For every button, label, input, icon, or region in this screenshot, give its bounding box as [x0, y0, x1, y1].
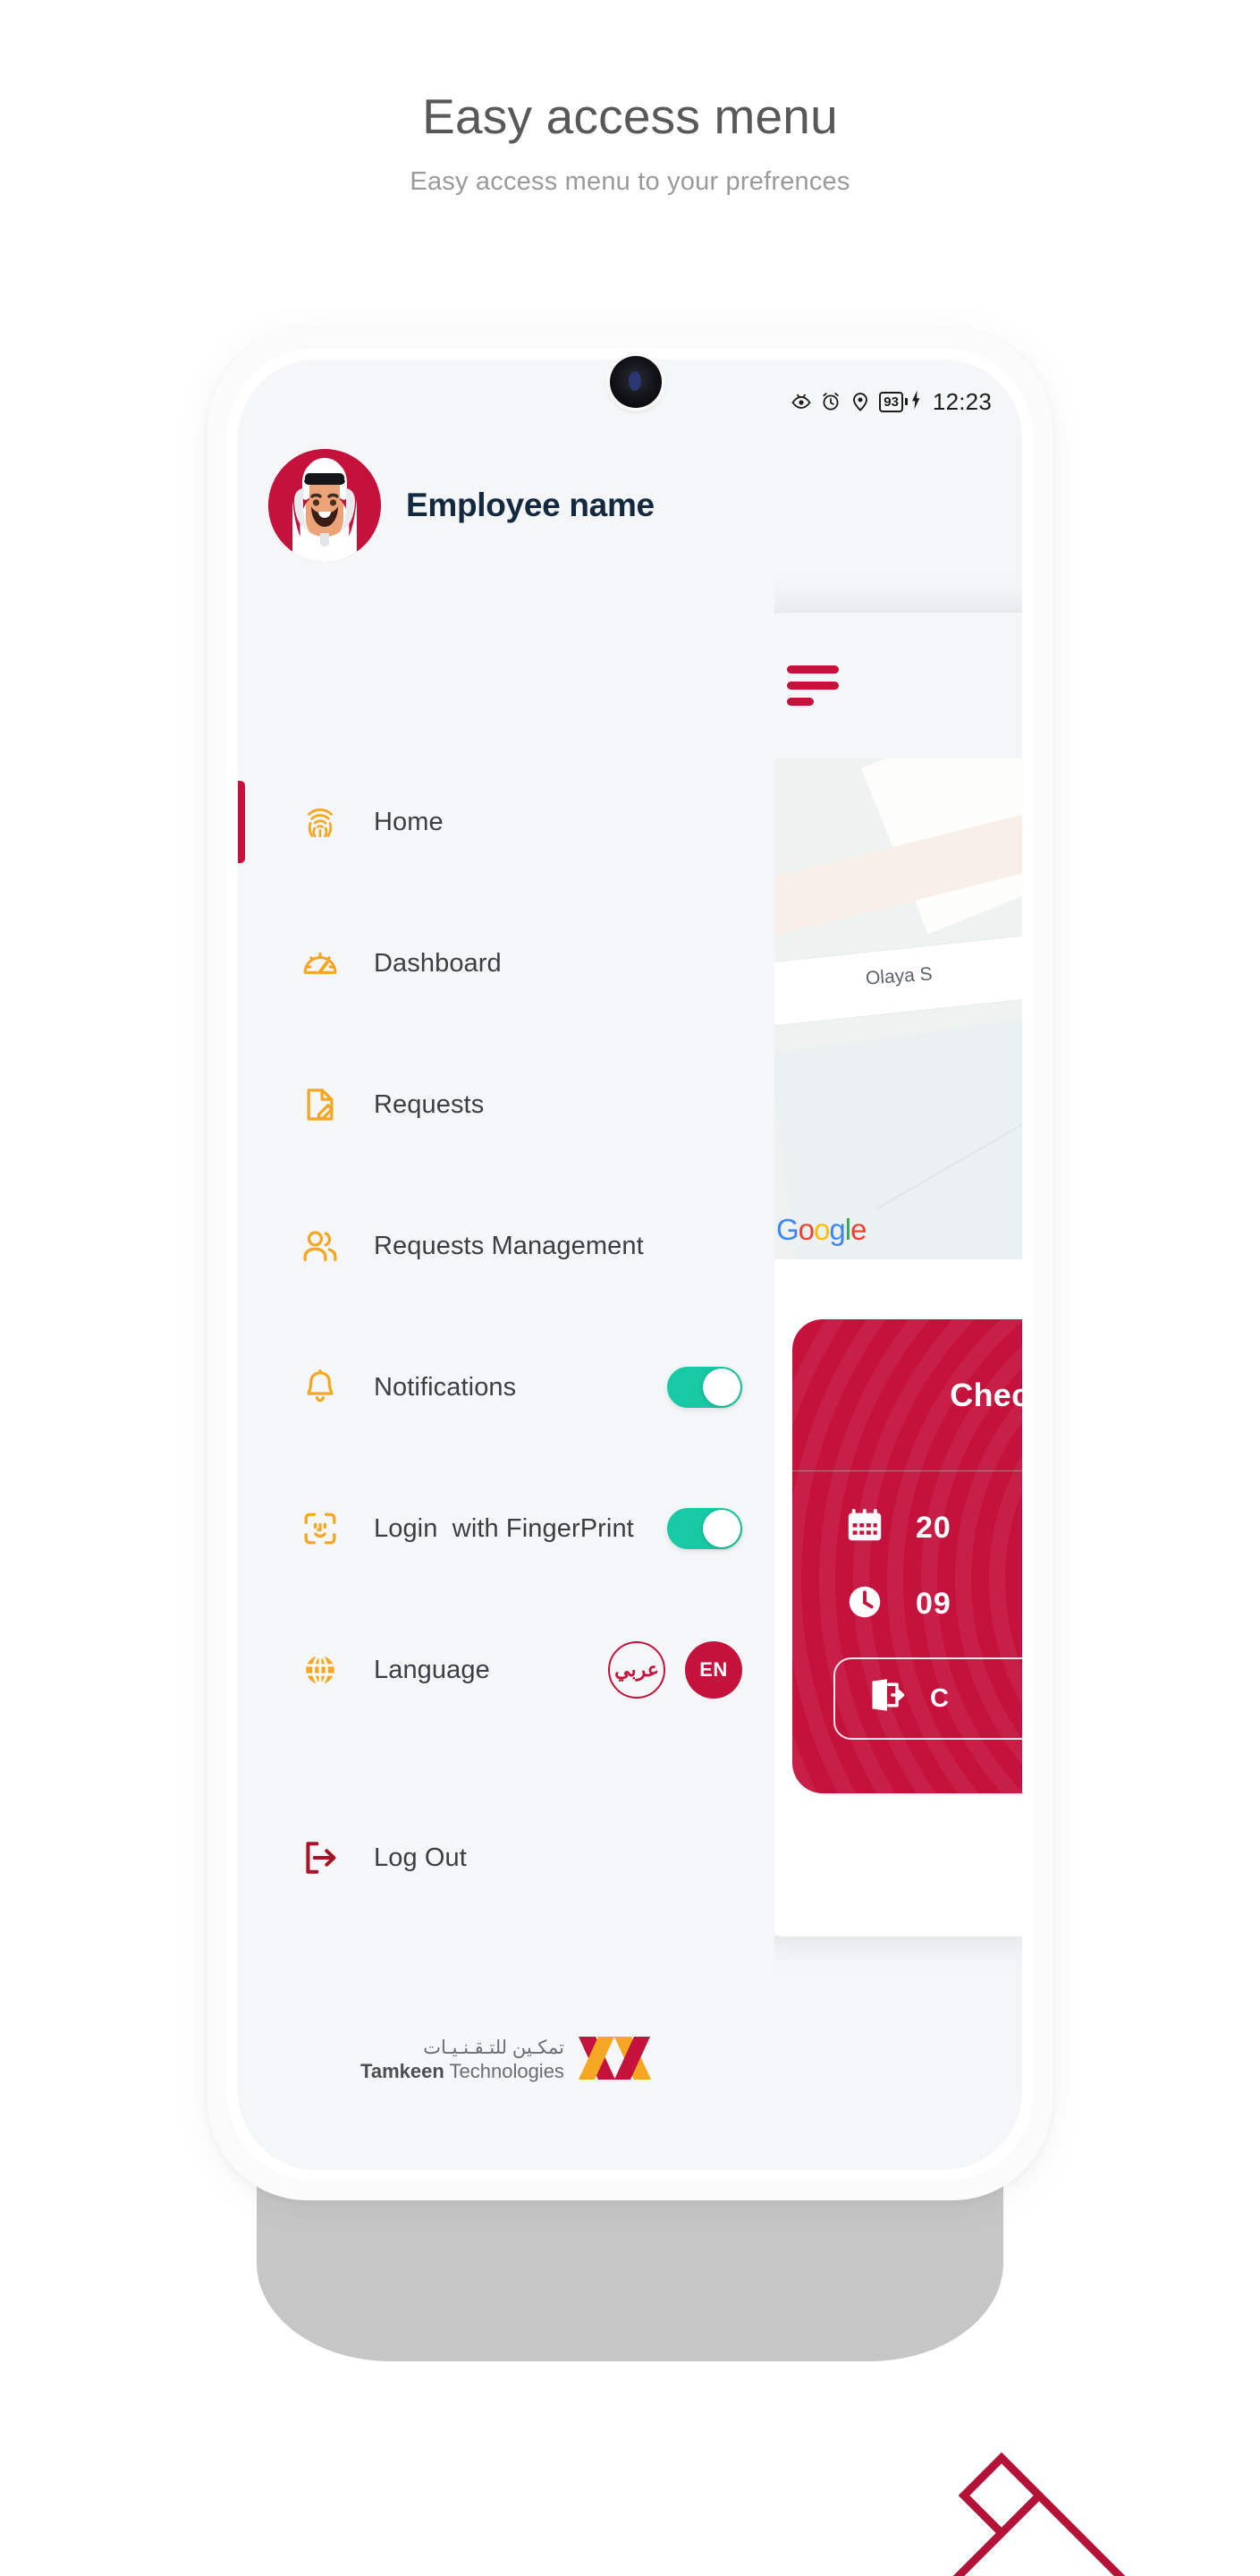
language-switcher: عربي EN — [608, 1641, 742, 1699]
door-exit-icon — [867, 1675, 907, 1722]
charging-bolt-icon — [909, 389, 922, 415]
profile-header[interactable]: Employee name — [268, 449, 655, 562]
calendar-icon — [844, 1505, 885, 1551]
checkin-action-button[interactable]: C — [833, 1657, 1022, 1740]
notifications-control — [667, 1367, 742, 1408]
fingerprint-icon — [299, 801, 342, 843]
checkin-title: Check — [792, 1319, 1022, 1471]
language-option-english[interactable]: EN — [685, 1641, 742, 1699]
fingerprint-login-toggle[interactable] — [667, 1508, 742, 1549]
checkin-card: Check — [792, 1319, 1022, 1793]
sidebar-item-label: Requests — [374, 1089, 485, 1119]
face-id-icon — [299, 1507, 342, 1550]
fingerprint-login-control — [667, 1508, 742, 1549]
sidebar-item-requests-management[interactable]: Requests Management — [238, 1200, 774, 1292]
page-title: Easy access menu — [422, 89, 838, 144]
sidebar-item-label: Language — [374, 1655, 490, 1684]
sidebar-item-login-fingerprint[interactable]: Login with FingerPrint — [238, 1483, 774, 1574]
sidebar-item-requests[interactable]: Requests — [238, 1059, 774, 1150]
profile-name: Employee name — [406, 487, 655, 523]
page-subtitle: Easy access menu to your prefrences — [410, 166, 850, 196]
preview-panel: Olaya S Google Check — [749, 613, 1022, 1936]
sidebar-item-logout[interactable]: Log Out — [238, 1812, 774, 1903]
active-indicator — [238, 781, 245, 863]
decorative-chevron — [946, 2431, 1260, 2576]
sidebar-item-dashboard[interactable]: Dashboard — [238, 918, 774, 1009]
alarm-icon — [820, 391, 841, 412]
logout-icon — [299, 1836, 342, 1879]
sidebar-item-label: Login with FingerPrint — [374, 1513, 634, 1543]
checkin-detail-rows: 20 09 — [792, 1471, 1022, 1627]
sidebar-item-label: Notifications — [374, 1372, 517, 1402]
battery-indicator: 93 — [879, 389, 922, 415]
hamburger-icon[interactable] — [787, 665, 839, 706]
footer-logo: تمكـين للتـقـنـيـات Tamkeen Technologies — [238, 2033, 774, 2088]
logo-arabic: تمكـين للتـقـنـيـات — [423, 2038, 564, 2059]
sidebar-item-label: Requests Management — [374, 1231, 644, 1260]
checkin-time-value: 09 — [916, 1587, 951, 1621]
toggle-knob — [703, 1368, 740, 1406]
front-camera-punch-hole — [610, 356, 662, 408]
tamkeen-logo-mark — [577, 2033, 652, 2088]
toggle-knob — [703, 1510, 740, 1547]
sidebar-item-language[interactable]: Language عربي EN — [238, 1624, 774, 1716]
language-option-arabic[interactable]: عربي — [608, 1641, 665, 1699]
google-watermark: Google — [776, 1213, 867, 1246]
sidebar-item-label: Dashboard — [374, 948, 502, 978]
status-clock: 12:23 — [932, 387, 992, 415]
battery-tip — [904, 398, 908, 405]
logo-row: تمكـين للتـقـنـيـات Tamkeen Technologies — [360, 2033, 652, 2088]
checkin-date-value: 20 — [916, 1511, 951, 1545]
status-bar-right: 93 12:23 — [791, 388, 992, 416]
sidebar-item-label: Home — [374, 807, 444, 836]
preview-topbar — [749, 613, 1022, 758]
sidebar-item-label: Log Out — [374, 1843, 467, 1872]
checkin-time-row: 09 — [844, 1581, 1022, 1627]
eye-comfort-icon — [791, 391, 812, 412]
navigation-drawer: Employee name Home Dashboard Requests Re… — [238, 360, 774, 2170]
logo-text: تمكـين للتـقـنـيـات Tamkeen Technologies — [360, 2038, 564, 2083]
map-view[interactable]: Olaya S Google — [749, 758, 1022, 1259]
logo-english: Tamkeen Technologies — [360, 2059, 564, 2082]
checkin-button-label: C — [930, 1683, 949, 1713]
location-icon — [850, 391, 871, 412]
document-edit-icon — [299, 1083, 342, 1126]
drawer-menu: Home Dashboard Requests Requests Managem… — [238, 776, 774, 1903]
notifications-toggle[interactable] — [667, 1367, 742, 1408]
page-root: Easy access menu Easy access menu to you… — [0, 0, 1260, 2576]
checkin-date-row: 20 — [844, 1505, 1022, 1551]
users-icon — [299, 1224, 342, 1267]
page-header: Easy access menu Easy access menu to you… — [0, 89, 1260, 197]
sidebar-item-notifications[interactable]: Notifications — [238, 1342, 774, 1433]
phone-screen: VoWiFi 2 3GR 4G — [238, 360, 1022, 2170]
avatar — [268, 449, 381, 562]
clock-icon — [844, 1581, 885, 1627]
battery-percent: 93 — [879, 391, 903, 412]
sidebar-item-home[interactable]: Home — [238, 776, 774, 868]
speedometer-icon — [299, 942, 342, 985]
bell-icon — [299, 1366, 342, 1409]
globe-icon — [299, 1648, 342, 1691]
